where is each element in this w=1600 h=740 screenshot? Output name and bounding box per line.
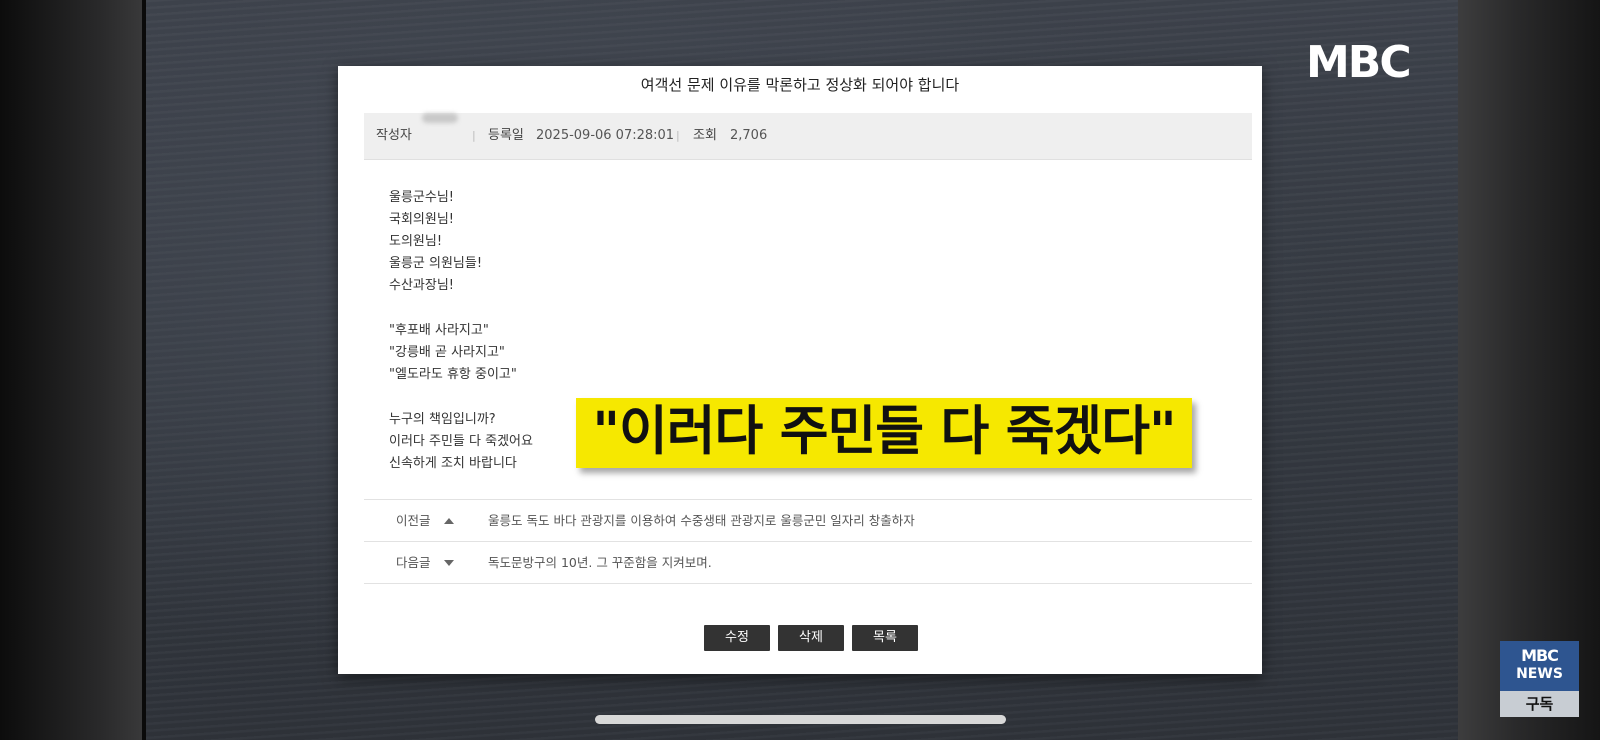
views-value: 2,706 [730,128,768,143]
next-post-label: 다음글 [396,555,431,570]
next-post-row[interactable]: 다음글 독도문방구의 10년. 그 꾸준함을 지켜보며. [364,541,1252,583]
subscribe-button[interactable]: 구독 [1500,691,1579,717]
body-line: 신속하게 조치 바랍니다 [389,456,517,471]
body-line: 울릉군 의원님들! [389,256,483,271]
body-line: 수산과장님! [389,278,455,293]
body-line: 국회의원님! [389,212,455,227]
mbc-news-logo: MBC NEWS [1500,641,1579,691]
list-button[interactable]: 목록 [852,625,918,651]
next-post-link[interactable]: 독도문방구의 10년. 그 꾸준함을 지켜보며. [488,542,712,583]
prev-post-label: 이전글 [396,513,431,528]
board-post-screenshot: 여객선 문제 이유를 막론하고 정상화 되어야 합니다 작성자 | 등록일 20… [338,66,1262,674]
body-line: "후포배 사라지고" [389,323,489,338]
mbc-logo: MBC [1306,37,1412,88]
meta-separator: | [676,129,680,142]
body-line: "엘도라도 휴항 중이고" [389,367,517,382]
body-line: "강릉배 곧 사라지고" [389,345,505,360]
badge-news-text: NEWS [1516,666,1563,682]
body-line: 울릉군수님! [389,190,455,205]
left-letterbox [0,0,146,740]
right-letterbox [1458,0,1600,740]
post-title: 여객선 문제 이유를 막론하고 정상화 되어야 합니다 [640,76,960,94]
body-line: 이러다 주민들 다 죽겠어요 [389,434,533,449]
badge-mbc-text: MBC [1521,646,1559,665]
views-label: 조회 [693,128,717,143]
meta-separator: | [472,129,476,142]
date-value: 2025-09-06 07:28:01 [536,128,675,143]
body-line: 누구의 책임입니까? [389,412,496,427]
chevron-up-icon [444,518,454,524]
edit-button[interactable]: 수정 [704,625,770,651]
chevron-down-icon [444,560,454,566]
divider [364,583,1252,584]
body-line: 도의원님! [389,234,443,249]
post-meta-bar: 작성자 | 등록일 2025-09-06 07:28:01 | 조회 2,706 [364,113,1252,160]
date-label: 등록일 [488,128,524,143]
prev-post-link[interactable]: 울릉도 독도 바다 관광지를 이용하여 수중생태 관광지로 울릉군민 일자리 창… [488,500,915,541]
delete-button[interactable]: 삭제 [778,625,844,651]
news-caption: "이러다 주민들 다 죽겠다" [576,398,1192,468]
prev-post-row[interactable]: 이전글 울릉도 독도 바다 관광지를 이용하여 수중생태 관광지로 울릉군민 일… [364,499,1252,541]
home-indicator[interactable] [595,715,1006,724]
author-label: 작성자 [376,128,412,143]
mbc-news-subscribe-badge[interactable]: MBC NEWS 구독 [1500,641,1579,717]
